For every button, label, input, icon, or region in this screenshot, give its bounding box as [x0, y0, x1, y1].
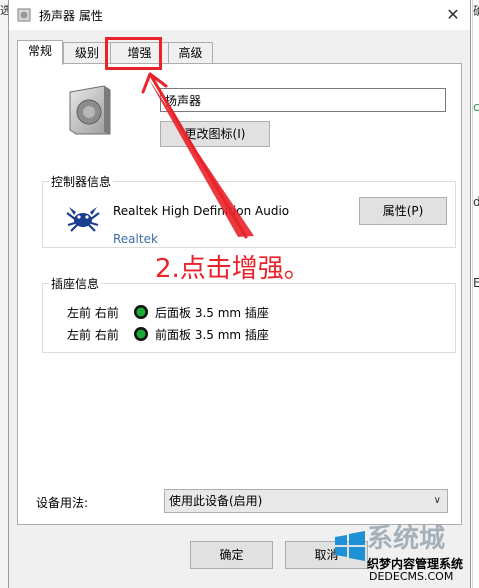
windows-logo-icon	[335, 531, 365, 561]
watermark: 系统城 织梦内容管理系统 DEDECMS.COM	[331, 515, 479, 588]
annotation-text: 2.点击增强。	[155, 254, 310, 284]
watermark-top: 系统城	[367, 524, 446, 554]
watermark-line2: DEDECMS.COM	[369, 570, 454, 583]
annotation-arrow-icon	[141, 72, 254, 239]
